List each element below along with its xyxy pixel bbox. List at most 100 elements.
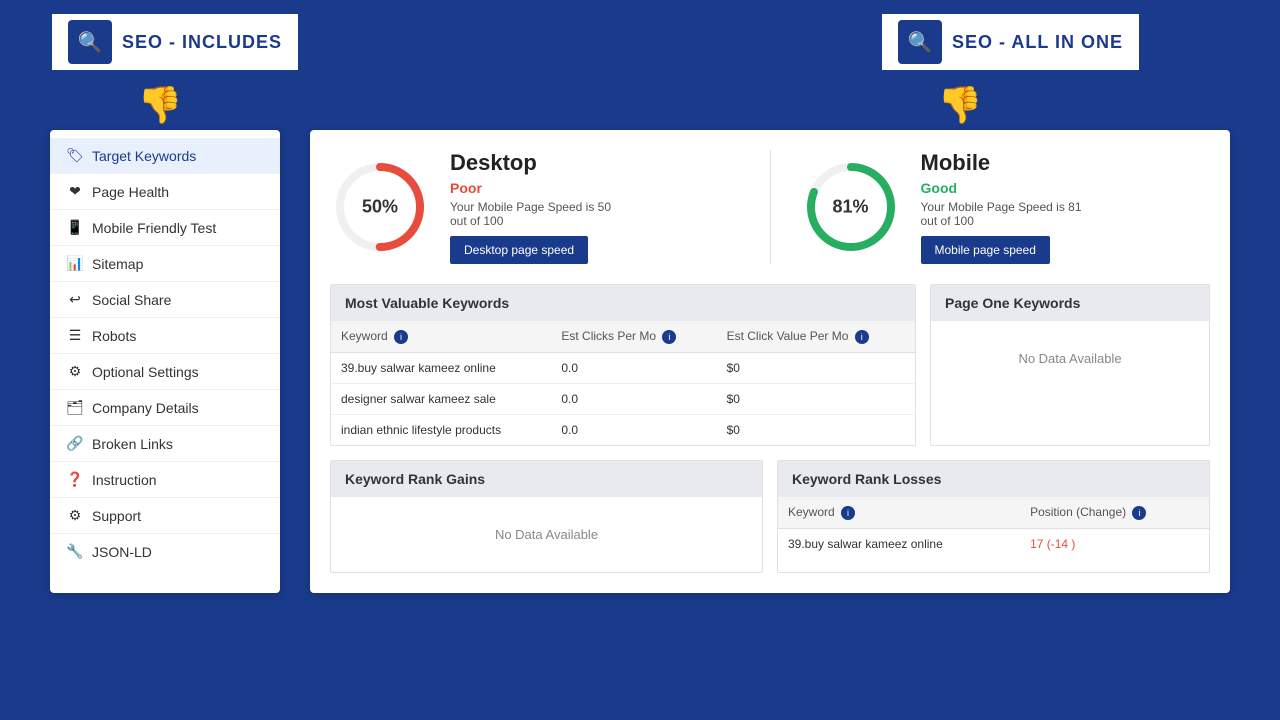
json-ld-icon: 🔧 [66, 543, 84, 560]
desktop-title: Desktop [450, 150, 630, 176]
target-keywords-icon: 🏷 [66, 147, 84, 164]
thumbs-left-icon: 👎 [50, 84, 270, 126]
mobile-friendly-icon: 📱 [66, 219, 84, 236]
table-row: 39.buy salwar kameez online 0.0 $0 [331, 352, 915, 383]
optional-settings-icon: ⚙ [66, 363, 84, 380]
sidebar-item-social-share[interactable]: ↩ Social Share [50, 282, 280, 318]
page-one-keywords-section: Page One Keywords No Data Available [930, 284, 1210, 446]
keyword-rank-losses-section: Keyword Rank Losses Keyword i Position (… [777, 460, 1210, 573]
mobile-title: Mobile [921, 150, 1101, 176]
losses-keyword-info-icon: i [841, 506, 855, 520]
losses-keyword-col-header: Keyword i [778, 497, 1020, 528]
sidebar-label-mobile-friendly: Mobile Friendly Test [92, 220, 216, 236]
keyword-rank-losses-table: Keyword i Position (Change) i 39.buy sal… [778, 497, 1209, 559]
sidebar-item-mobile-friendly[interactable]: 📱 Mobile Friendly Test [50, 210, 280, 246]
table-row: indian ethnic lifestyle products 0.0 $0 [331, 414, 915, 445]
mobile-percent: 81% [832, 197, 868, 218]
sidebar-label-optional-settings: Optional Settings [92, 364, 199, 380]
clicks-cell: 0.0 [551, 352, 716, 383]
value-cell: $0 [717, 414, 915, 445]
sidebar-item-instruction[interactable]: ❓ Instruction [50, 462, 280, 498]
sidebar-label-company-details: Company Details [92, 400, 199, 416]
est-click-value-col-header: Est Click Value Per Mo i [717, 321, 915, 352]
page-health-icon: ❤ [66, 183, 84, 200]
clicks-cell: 0.0 [551, 383, 716, 414]
seo-includes-icon: 🔍 [68, 20, 112, 64]
thumbs-right-icon: 👎 [850, 84, 1070, 126]
mobile-page-speed-button[interactable]: Mobile page speed [921, 236, 1050, 264]
seo-includes-logo: 🔍 SEO - INCLUDES [50, 12, 300, 72]
sidebar-label-instruction: Instruction [92, 472, 157, 488]
mobile-gauge: 81% [801, 157, 901, 257]
losses-keyword-cell: 39.buy salwar kameez online [778, 528, 1020, 559]
clicks-cell: 0.0 [551, 414, 716, 445]
position-change-value: 17 (-14 ) [1030, 537, 1075, 551]
sidebar-item-company-details[interactable]: 🗂 Company Details [50, 390, 280, 426]
position-info-icon: i [1132, 506, 1146, 520]
content-area: 50% Desktop Poor Your Mobile Page Speed … [310, 130, 1230, 593]
desktop-status: Poor [450, 180, 630, 196]
keyword-info-icon: i [394, 330, 408, 344]
sidebar-item-broken-links[interactable]: 🔗 Broken Links [50, 426, 280, 462]
sidebar-label-page-health: Page Health [92, 184, 169, 200]
mobile-speed-card: 81% Mobile Good Your Mobile Page Speed i… [801, 150, 1211, 264]
desktop-percent: 50% [362, 197, 398, 218]
sidebar-label-broken-links: Broken Links [92, 436, 173, 452]
sidebar-item-optional-settings[interactable]: ⚙ Optional Settings [50, 354, 280, 390]
most-valuable-keywords-header: Most Valuable Keywords [331, 285, 915, 321]
broken-links-icon: 🔗 [66, 435, 84, 452]
sidebar-item-support[interactable]: ⚙ Support [50, 498, 280, 534]
value-cell: $0 [717, 352, 915, 383]
sidebar-label-support: Support [92, 508, 141, 524]
sidebar-label-robots: Robots [92, 328, 136, 344]
robots-icon: ☰ [66, 327, 84, 344]
sidebar-label-json-ld: JSON-LD [92, 544, 152, 560]
desktop-description: Your Mobile Page Speed is 50 out of 100 [450, 200, 630, 228]
position-change-cell: 17 (-14 ) [1020, 528, 1209, 559]
value-cell: $0 [717, 383, 915, 414]
social-share-icon: ↩ [66, 291, 84, 308]
mobile-speed-info: Mobile Good Your Mobile Page Speed is 81… [921, 150, 1101, 264]
keyword-rank-losses-header: Keyword Rank Losses [778, 461, 1209, 497]
sidebar-item-page-health[interactable]: ❤ Page Health [50, 174, 280, 210]
sidebar-item-sitemap[interactable]: 📊 Sitemap [50, 246, 280, 282]
clicks-info-icon: i [662, 330, 676, 344]
instruction-icon: ❓ [66, 471, 84, 488]
table-row: designer salwar kameez sale 0.0 $0 [331, 383, 915, 414]
seo-all-in-one-label: SEO - ALL IN ONE [952, 32, 1123, 53]
desktop-speed-info: Desktop Poor Your Mobile Page Speed is 5… [450, 150, 630, 264]
mobile-status: Good [921, 180, 1101, 196]
top-tables-row: Most Valuable Keywords Keyword i Est Cli… [330, 284, 1210, 446]
sitemap-icon: 📊 [66, 255, 84, 272]
est-clicks-col-header: Est Clicks Per Mo i [551, 321, 716, 352]
desktop-gauge: 50% [330, 157, 430, 257]
bottom-tables-row: Keyword Rank Gains No Data Available Key… [330, 460, 1210, 573]
keyword-col-header: Keyword i [331, 321, 551, 352]
mobile-description: Your Mobile Page Speed is 81 out of 100 [921, 200, 1101, 228]
seo-all-in-one-icon: 🔍 [898, 20, 942, 64]
support-icon: ⚙ [66, 507, 84, 524]
desktop-page-speed-button[interactable]: Desktop page speed [450, 236, 588, 264]
seo-all-in-one-logo: 🔍 SEO - ALL IN ONE [880, 12, 1141, 72]
company-details-icon: 🗂 [66, 399, 84, 416]
most-valuable-keywords-section: Most Valuable Keywords Keyword i Est Cli… [330, 284, 916, 446]
sidebar: 🏷 Target Keywords ❤ Page Health 📱 Mobile… [50, 130, 280, 593]
sidebar-item-json-ld[interactable]: 🔧 JSON-LD [50, 534, 280, 569]
keyword-cell: designer salwar kameez sale [331, 383, 551, 414]
table-row: 39.buy salwar kameez online 17 (-14 ) [778, 528, 1209, 559]
sidebar-label-target-keywords: Target Keywords [92, 148, 196, 164]
page-one-keywords-header: Page One Keywords [931, 285, 1209, 321]
sidebar-label-sitemap: Sitemap [92, 256, 143, 272]
sidebar-item-target-keywords[interactable]: 🏷 Target Keywords [50, 138, 280, 174]
position-change-col-header: Position (Change) i [1020, 497, 1209, 528]
rank-gains-no-data: No Data Available [331, 497, 762, 572]
most-valuable-keywords-table: Keyword i Est Clicks Per Mo i Est Click … [331, 321, 915, 445]
seo-includes-label: SEO - INCLUDES [122, 32, 282, 53]
sidebar-item-robots[interactable]: ☰ Robots [50, 318, 280, 354]
sidebar-label-social-share: Social Share [92, 292, 171, 308]
keyword-rank-gains-section: Keyword Rank Gains No Data Available [330, 460, 763, 573]
speed-divider [770, 150, 771, 264]
desktop-speed-card: 50% Desktop Poor Your Mobile Page Speed … [330, 150, 740, 264]
page-one-no-data: No Data Available [931, 321, 1209, 396]
keyword-cell: indian ethnic lifestyle products [331, 414, 551, 445]
